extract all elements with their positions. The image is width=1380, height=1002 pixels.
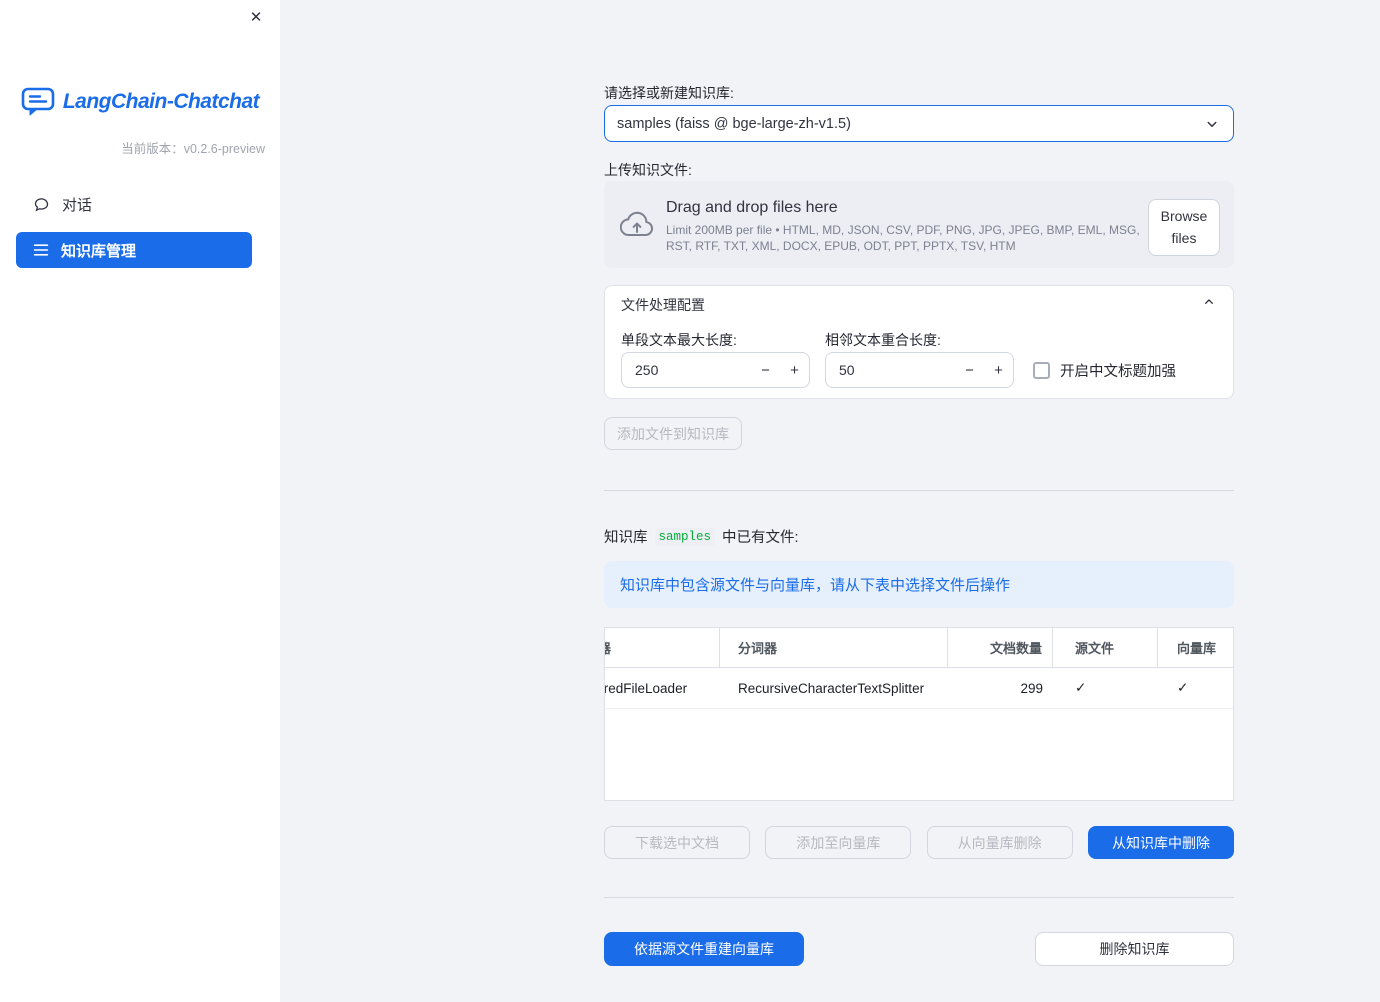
delete-kb-button[interactable]: 删除知识库 (1035, 932, 1234, 966)
sidebar-item-kb-management[interactable]: 知识库管理 (16, 232, 252, 268)
cell-vector-store-check: ✓ (1177, 680, 1189, 695)
close-icon: ✕ (249, 9, 263, 26)
chunk-size-decrement-button[interactable]: − (751, 353, 780, 387)
chunk-size-value: 250 (635, 362, 659, 378)
file-uploader-dropzone[interactable]: Drag and drop files here Limit 200MB per… (604, 181, 1234, 268)
upload-files-label: 上传知识文件: (604, 162, 692, 178)
sidebar-item-label: 对话 (62, 196, 93, 214)
column-header-splitter[interactable]: 分词器 (720, 628, 948, 667)
rebuild-vector-store-button[interactable]: 依据源文件重建向量库 (604, 932, 804, 966)
existing-files-line: 知识库 samples 中已有文件: (604, 526, 799, 547)
kb-select-value: samples (faiss @ bge-large-zh-v1.5) (617, 115, 851, 132)
files-table-scroll-area: 文档加载器 分词器 文档数量 源文件 向量库 UnstructuredFileL… (604, 628, 1233, 709)
version-text: 当前版本：v0.2.6-preview (121, 142, 265, 156)
cloud-upload-icon (619, 211, 654, 243)
app-window: ✕ LangChain-Chatchat 当前版本：v0.2.6-preview (0, 0, 1380, 1002)
uploader-limit-text: Limit 200MB per file • HTML, MD, JSON, C… (666, 223, 1140, 253)
file-config-expander: 文件处理配置 单段文本最大长度: 相邻文本重合长度: 250 − + 50 − … (604, 285, 1234, 399)
column-header-doc-count[interactable]: 文档数量 (948, 628, 1053, 667)
uploader-title: Drag and drop files here (666, 199, 838, 216)
kb-name-code: samples (654, 527, 716, 546)
cell-loader: UnstructuredFileLoader (604, 680, 688, 696)
app-logo: LangChain-Chatchat (0, 86, 280, 117)
sidebar-item-dialogue[interactable]: 对话 (16, 186, 252, 222)
add-files-to-kb-button[interactable]: 添加文件到知识库 (604, 417, 742, 450)
expander-title: 文件处理配置 (621, 296, 705, 313)
divider (604, 897, 1234, 898)
minus-icon: − (965, 361, 974, 379)
column-header-vector-store[interactable]: 向量库 (1158, 628, 1233, 667)
sidebar-close-button[interactable]: ✕ (245, 7, 267, 29)
cell-doc-count: 299 (1020, 680, 1043, 696)
plus-icon: + (994, 361, 1003, 379)
table-actions-row: 下载选中文档 添加至向量库 从向量库删除 从知识库中删除 (604, 826, 1234, 859)
sidebar-item-label: 知识库管理 (61, 242, 137, 260)
checkbox-label: 开启中文标题加强 (1060, 364, 1176, 380)
chunk-size-label: 单段文本最大长度: (621, 332, 737, 348)
chat-bubble-icon (33, 196, 50, 213)
divider (604, 490, 1234, 491)
logo-text: LangChain-Chatchat (62, 89, 260, 113)
info-alert-text: 知识库中包含源文件与向量库，请从下表中选择文件后操作 (620, 577, 1011, 594)
cell-source-file-check: ✓ (1075, 680, 1087, 695)
overlap-size-increment-button[interactable]: + (984, 353, 1013, 387)
info-alert: 知识库中包含源文件与向量库，请从下表中选择文件后操作 (604, 561, 1234, 608)
minus-icon: − (761, 361, 770, 379)
overlap-size-label: 相邻文本重合长度: (825, 332, 941, 348)
table-row[interactable]: UnstructuredFileLoader RecursiveCharacte… (604, 668, 1233, 709)
column-header-loader[interactable]: 文档加载器 (605, 628, 720, 667)
content-column: 请选择或新建知识库: samples (faiss @ bge-large-zh… (604, 0, 1234, 1002)
overlap-size-decrement-button[interactable]: − (955, 353, 984, 387)
delete-from-kb-button[interactable]: 从知识库中删除 (1087, 826, 1234, 859)
cell-splitter: RecursiveCharacterTextSplitter (738, 680, 925, 696)
browse-files-button[interactable]: Browse files (1148, 199, 1220, 257)
chevron-down-icon (1203, 115, 1221, 133)
existing-files-prefix: 知识库 (604, 530, 648, 546)
overlap-size-value: 50 (839, 362, 855, 378)
overlap-size-steppers: − + (955, 353, 1013, 387)
kb-select-label: 请选择或新建知识库: (604, 85, 734, 101)
column-header-source-file[interactable]: 源文件 (1053, 628, 1158, 667)
existing-files-suffix: 中已有文件: (722, 530, 799, 546)
expander-header[interactable]: 文件处理配置 (605, 286, 1233, 323)
main-area: 请选择或新建知识库: samples (faiss @ bge-large-zh… (280, 0, 1380, 1002)
files-table-header: 文档加载器 分词器 文档数量 源文件 向量库 (605, 628, 1233, 668)
chevron-up-icon (1201, 294, 1217, 315)
download-selected-button[interactable]: 下载选中文档 (604, 826, 750, 859)
chunk-size-increment-button[interactable]: + (780, 353, 809, 387)
zh-title-enhance-checkbox[interactable]: 开启中文标题加强 (1033, 360, 1176, 381)
sidebar: ✕ LangChain-Chatchat 当前版本：v0.2.6-preview (0, 0, 280, 1002)
remove-from-vector-store-button[interactable]: 从向量库删除 (926, 826, 1073, 859)
overlap-size-input[interactable]: 50 − + (825, 352, 1014, 388)
sidebar-menu: 对话 知识库管理 (16, 186, 252, 278)
chunk-size-input[interactable]: 250 − + (621, 352, 810, 388)
plus-icon: + (790, 361, 799, 379)
checkbox-box[interactable] (1033, 362, 1050, 379)
list-icon (33, 243, 49, 257)
kb-select[interactable]: samples (faiss @ bge-large-zh-v1.5) (604, 105, 1234, 142)
chunk-size-steppers: − + (751, 353, 809, 387)
files-table[interactable]: 文档加载器 分词器 文档数量 源文件 向量库 UnstructuredFileL… (604, 627, 1234, 801)
add-to-vector-store-button[interactable]: 添加至向量库 (765, 826, 912, 859)
logo-chat-icon (21, 86, 55, 117)
